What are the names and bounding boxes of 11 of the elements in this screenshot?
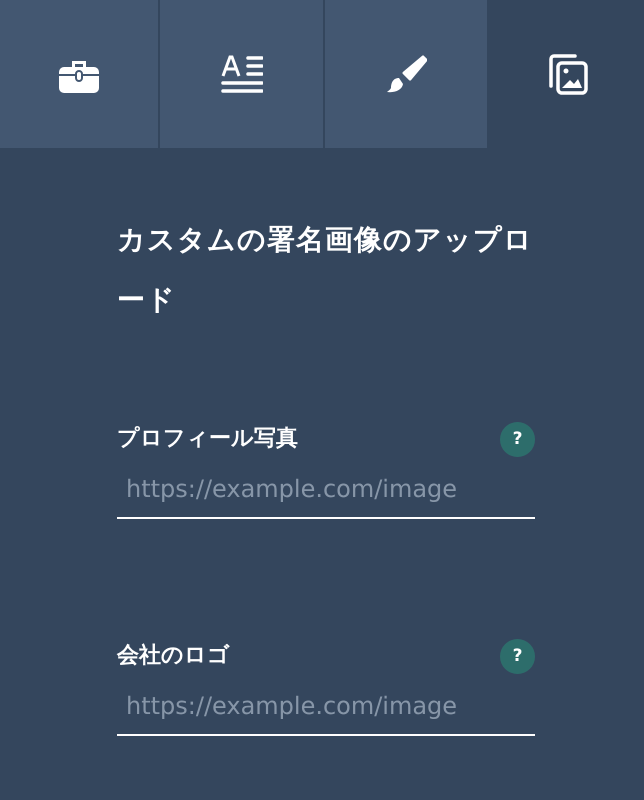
help-button[interactable]: ? (500, 639, 535, 674)
toolbar-tab[interactable] (0, 0, 158, 148)
field-label: 会社のロゴ (117, 642, 230, 670)
field-label: プロフィール写真 (117, 425, 298, 453)
text-align-icon (220, 54, 262, 94)
help-button[interactable]: ? (500, 422, 535, 457)
toolbar-tab[interactable] (158, 0, 323, 148)
url-input[interactable]: https://example.com/image (117, 471, 535, 519)
section-heading: カスタムの署名画像のアップロード (117, 222, 534, 318)
paintbrush-icon (385, 53, 427, 95)
url-input[interactable]: https://example.com/image (117, 688, 535, 736)
